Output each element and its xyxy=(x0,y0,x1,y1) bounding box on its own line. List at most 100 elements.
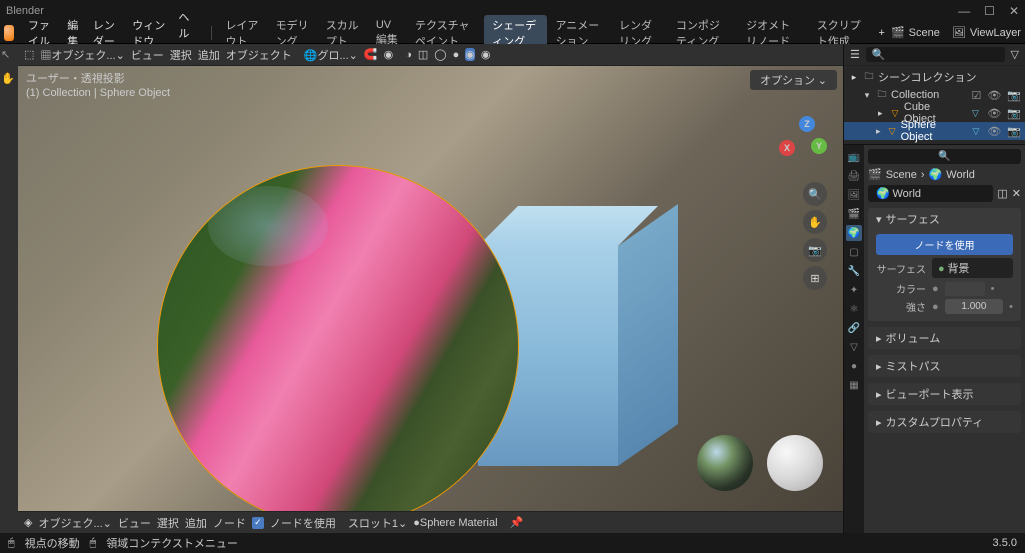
axis-y[interactable]: Y xyxy=(811,138,827,154)
surface-panel-header[interactable]: ▾サーフェス xyxy=(868,208,1021,230)
node-mode-selector[interactable]: オブジェク...⌄ xyxy=(38,515,111,531)
tab-constraint-icon[interactable]: 🔗 xyxy=(846,320,862,336)
version-label: 3.5.0 xyxy=(993,537,1017,549)
node-view[interactable]: ビュー xyxy=(118,515,151,531)
shading-matprev-icon[interactable]: ◉ xyxy=(465,48,475,61)
header-select[interactable]: 選択 xyxy=(170,47,192,63)
node-menu[interactable]: ノード xyxy=(213,515,246,531)
overlay-icon[interactable]: ◑ xyxy=(405,49,412,61)
shading-render-icon[interactable]: ◉ xyxy=(481,48,491,61)
new-button[interactable]: ◫ xyxy=(997,187,1007,200)
cursor-tool-icon[interactable]: ↖ xyxy=(1,48,17,64)
render-icon[interactable]: 📷 xyxy=(1007,125,1021,138)
disclosure-icon[interactable]: ▸ xyxy=(873,125,884,137)
properties-search[interactable]: 🔍 xyxy=(868,149,1021,164)
viewlayer-selector[interactable]: 🖼 ViewLayer xyxy=(952,26,1021,39)
camera-icon[interactable]: 📷 xyxy=(803,238,827,262)
minimize-button[interactable]: — xyxy=(958,4,970,18)
surface-value[interactable]: ● 背景 xyxy=(932,258,1013,278)
close-button[interactable]: ✕ xyxy=(1009,4,1019,18)
outliner-search[interactable]: 🔍 xyxy=(866,47,1005,62)
breadcrumb: 🎬 Scene › 🌍 World xyxy=(868,168,1021,181)
right-panel: ☰ 🔍 ▽ ▸ 🗀 シーンコレクション ▾ 🗀 Collection ☑ � xyxy=(843,44,1025,533)
mode-selector[interactable]: ▦オブジェク...⌄ xyxy=(40,47,124,63)
maximize-button[interactable]: ☐ xyxy=(984,4,995,18)
navigation-gizmo[interactable]: X Y Z xyxy=(779,116,827,164)
slot-selector[interactable]: スロット1⌄ xyxy=(348,515,407,531)
outliner-type-icon[interactable]: ☰ xyxy=(850,48,860,61)
tab-world-icon[interactable]: 🌍 xyxy=(846,225,862,241)
world-datablock-selector[interactable]: 🌍 World xyxy=(868,185,993,202)
tab-object-icon[interactable]: ▢ xyxy=(846,244,862,260)
surface-label: サーフェス xyxy=(876,261,926,276)
volume-panel[interactable]: ▸ボリューム xyxy=(868,327,1021,349)
sphere-object[interactable] xyxy=(158,166,518,511)
collection-icon: 🗀 xyxy=(876,89,888,101)
window-buttons: — ☐ ✕ xyxy=(958,4,1019,18)
shading-solid-icon[interactable]: ● xyxy=(453,49,460,61)
tab-viewlayer-icon[interactable]: 🖼 xyxy=(846,187,862,203)
orientation-selector[interactable]: 🌐グロ...⌄ xyxy=(304,47,358,63)
hand-tool-icon[interactable]: ✋ xyxy=(1,72,17,88)
disclosure-icon[interactable]: ▾ xyxy=(861,89,873,101)
unlink-button[interactable]: ✕ xyxy=(1012,187,1021,200)
material-link-icon: ▽ xyxy=(970,125,981,137)
filter-icon[interactable]: ▽ xyxy=(1011,48,1019,61)
tab-output-icon[interactable]: 🖨 xyxy=(846,168,862,184)
outliner-sphere-row[interactable]: ▸ ▽ Sphere Object ▽ 👁 📷 xyxy=(844,122,1025,140)
gray-preview-ball[interactable] xyxy=(767,435,823,491)
exclude-checkbox[interactable]: ☑ xyxy=(971,89,981,102)
hdri-preview-ball[interactable] xyxy=(697,435,753,491)
strength-value[interactable]: 1.000 xyxy=(945,299,1003,314)
render-icon[interactable]: 📷 xyxy=(1007,89,1021,102)
mist-panel[interactable]: ▸ミストパス xyxy=(868,355,1021,377)
node-select[interactable]: 選択 xyxy=(157,515,179,531)
render-icon[interactable]: 📷 xyxy=(1007,107,1021,120)
tab-material-icon[interactable]: ● xyxy=(846,358,862,374)
pan-icon[interactable]: ✋ xyxy=(803,210,827,234)
header-object[interactable]: オブジェクト xyxy=(226,47,292,63)
snap-icon[interactable]: 🧲 xyxy=(364,48,378,61)
zoom-icon[interactable]: 🔍 xyxy=(803,182,827,206)
axis-z[interactable]: Z xyxy=(799,116,815,132)
tab-scene-icon[interactable]: 🎬 xyxy=(846,206,862,222)
viewport-3d[interactable]: ユーザー・透視投影 (1) Collection | Sphere Object… xyxy=(18,66,843,511)
tab-texture-icon[interactable]: ▦ xyxy=(846,377,862,393)
material-selector[interactable]: ●Sphere Material xyxy=(413,517,497,529)
options-dropdown[interactable]: オプション ⌄ xyxy=(750,70,837,90)
tab-render-icon[interactable]: 📺 xyxy=(846,149,862,165)
viewport-info-text: ユーザー・透視投影 (1) Collection | Sphere Object xyxy=(26,72,170,101)
scene-icon: 🎬 xyxy=(891,26,905,39)
axis-x[interactable]: X xyxy=(779,140,795,156)
visibility-icon[interactable]: 👁 xyxy=(987,89,1001,102)
disclosure-icon[interactable]: ▸ xyxy=(874,107,886,119)
use-nodes-checkbox[interactable]: ✓ xyxy=(252,517,264,529)
properties-tabs: 📺 🖨 🖼 🎬 🌍 ▢ 🔧 ✦ ⚛ 🔗 ▽ ● ▦ xyxy=(844,145,864,533)
xray-icon[interactable]: ◫ xyxy=(418,48,428,61)
visibility-icon[interactable]: 👁 xyxy=(987,107,1001,120)
header-add[interactable]: 追加 xyxy=(198,47,220,63)
tab-particle-icon[interactable]: ✦ xyxy=(846,282,862,298)
object-mode-icon: ▦ xyxy=(40,50,51,62)
proportional-icon[interactable]: ◉ xyxy=(384,48,394,61)
node-editor-icon[interactable]: ◈ xyxy=(24,516,32,529)
editor-type-icon[interactable]: ⬚ xyxy=(24,48,34,61)
node-add[interactable]: 追加 xyxy=(185,515,207,531)
status-context: 領域コンテクストメニュー xyxy=(106,535,238,551)
shading-wire-icon[interactable]: ◯ xyxy=(434,48,446,61)
tab-physics-icon[interactable]: ⚛ xyxy=(846,301,862,317)
scene-selector[interactable]: 🎬 Scene xyxy=(891,26,940,39)
outliner-scene-row[interactable]: ▸ 🗀 シーンコレクション xyxy=(844,68,1025,86)
pin-icon[interactable]: 📌 xyxy=(510,516,524,529)
visibility-icon[interactable]: 👁 xyxy=(987,125,1001,138)
divider xyxy=(211,26,212,40)
add-workspace-button[interactable]: + xyxy=(873,25,891,41)
perspective-icon[interactable]: ⊞ xyxy=(803,266,827,290)
color-swatch[interactable] xyxy=(945,282,985,296)
tab-modifier-icon[interactable]: 🔧 xyxy=(846,263,862,279)
tab-data-icon[interactable]: ▽ xyxy=(846,339,862,355)
viewport-panel[interactable]: ▸ビューポート表示 xyxy=(868,383,1021,405)
header-view[interactable]: ビュー xyxy=(131,47,164,63)
custom-panel[interactable]: ▸カスタムプロパティ xyxy=(868,411,1021,433)
use-nodes-button[interactable]: ノードを使用 xyxy=(876,234,1013,255)
